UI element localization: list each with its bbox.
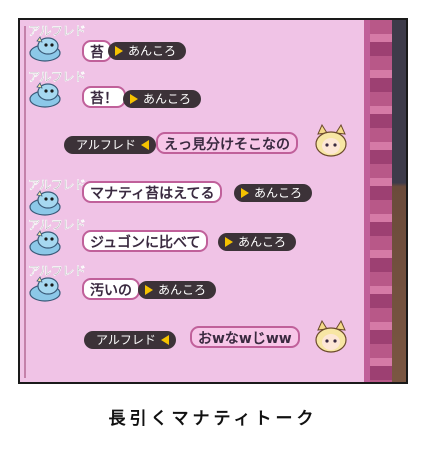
recipient-name: あんころ: [128, 44, 177, 58]
image-caption: 長引くマナティトーク: [108, 409, 318, 429]
message-bubble: 汚いの: [82, 278, 140, 300]
speaker-tag: アルフレド: [84, 331, 176, 349]
game-background: [392, 20, 406, 382]
yellow-arrow-icon: [130, 94, 138, 104]
message-bubble: ジュゴンに比べて: [82, 230, 209, 252]
recipient-tag: あんころ: [218, 233, 297, 251]
yellow-arrow-icon: [145, 285, 153, 295]
recipient-name: あんころ: [254, 186, 303, 200]
message-bubble: 苔！: [82, 86, 126, 108]
blue-dragon-avatar-icon: [29, 276, 61, 302]
recipient-tag: あんころ: [108, 42, 187, 60]
curtain-border: [370, 20, 392, 382]
blue-dragon-avatar-icon: [29, 230, 61, 256]
blonde-cat-girl-avatar-icon: [315, 320, 347, 353]
message-bubble: マナティ苔はえてる: [82, 181, 223, 203]
yellow-arrow-icon: [225, 237, 233, 247]
recipient-tag: あんころ: [234, 184, 313, 202]
recipient-name: あんころ: [158, 283, 207, 297]
chat-log-panel: アルフレド 苔 あんころ アルフレド 苔！ あんころ アルフレド えっ見分けそこ…: [20, 20, 370, 382]
yellow-arrow-icon: [160, 335, 169, 345]
yellow-arrow-icon: [140, 140, 149, 150]
blue-dragon-avatar-icon: [29, 190, 61, 216]
message-bubble: えっ見分けそこなの: [156, 132, 298, 154]
blue-dragon-avatar-icon: [29, 82, 61, 108]
speaker-name: アルフレド: [96, 333, 156, 347]
speaker-name: アルフレド: [76, 138, 136, 152]
blue-dragon-avatar-icon: [29, 36, 61, 62]
message-bubble: おwなwじww: [190, 326, 300, 348]
recipient-name: あんころ: [238, 235, 287, 249]
recipient-tag: あんころ: [138, 281, 217, 299]
yellow-arrow-icon: [241, 188, 249, 198]
recipient-tag: あんころ: [123, 90, 202, 108]
recipient-name: あんころ: [143, 92, 192, 106]
yellow-arrow-icon: [115, 46, 123, 56]
blonde-cat-girl-avatar-icon: [315, 124, 347, 157]
speaker-tag: アルフレド: [64, 136, 156, 154]
game-screenshot-frame: アルフレド 苔 あんころ アルフレド 苔！ あんころ アルフレド えっ見分けそこ…: [18, 18, 408, 384]
